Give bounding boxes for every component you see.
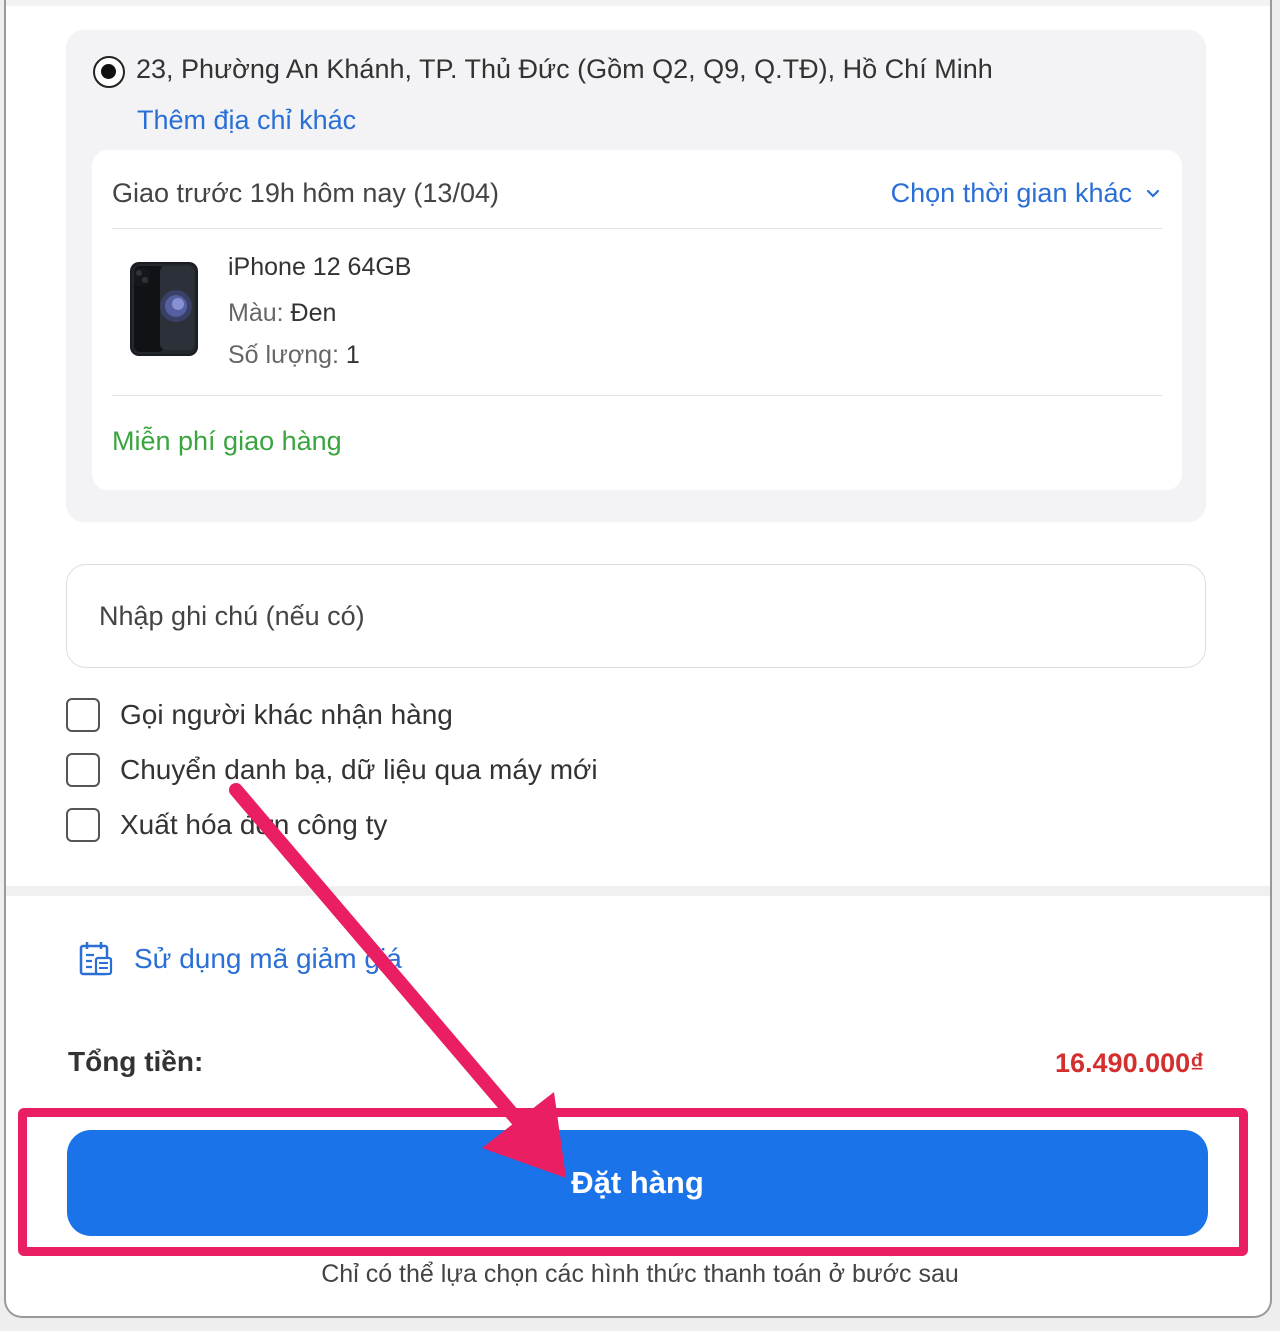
product-color: Màu: Đen [228,299,336,328]
use-coupon-label: Sử dụng mã giảm giá [134,943,402,974]
top-strip [6,0,1270,6]
add-other-address-link[interactable]: Thêm địa chỉ khác [137,105,356,136]
option-company-invoice[interactable]: Xuất hóa đơn công ty [66,808,387,842]
section-separator [6,886,1270,896]
product-quantity-label: Số lượng: [228,341,339,369]
checkbox[interactable] [66,753,100,787]
product-quantity: Số lượng: 1 [228,341,360,370]
place-order-button[interactable]: Đặt hàng [67,1130,1208,1236]
use-coupon-link[interactable]: Sử dụng mã giảm giá [78,940,402,978]
option-label: Gọi người khác nhận hàng [120,699,453,730]
product-quantity-value: 1 [345,341,360,369]
choose-other-time-label: Chọn thời gian khác [890,178,1132,208]
delivery-card: Giao trước 19h hôm nay (13/04) Chọn thời… [92,150,1182,490]
selected-address: 23, Phường An Khánh, TP. Thủ Đức (Gồm Q2… [136,54,993,84]
free-shipping-text: Miễn phí giao hàng [112,426,342,456]
checkbox[interactable] [66,698,100,732]
checkout-panel: 23, Phường An Khánh, TP. Thủ Đức (Gồm Q2… [4,0,1272,1318]
option-call-other-receiver[interactable]: Gọi người khác nhận hàng [66,698,453,732]
address-card: 23, Phường An Khánh, TP. Thủ Đức (Gồm Q2… [66,30,1206,522]
delivery-time-text: Giao trước 19h hôm nay (13/04) [112,178,499,208]
product-color-label: Màu: [228,299,284,327]
checkbox[interactable] [66,808,100,842]
option-label: Chuyển danh bạ, dữ liệu qua máy mới [120,754,598,785]
product-name: iPhone 12 64GB [228,253,412,281]
option-label: Xuất hóa đơn công ty [120,809,388,840]
total-price: 16.490.000₫ [1055,1048,1204,1078]
divider [112,228,1162,229]
choose-other-time-link[interactable]: Chọn thời gian khác [891,178,1160,209]
product-color-value: Đen [290,299,337,327]
option-transfer-contacts[interactable]: Chuyển danh bạ, dữ liệu qua máy mới [66,753,598,787]
note-input[interactable] [66,564,1206,668]
chevron-down-icon [1146,189,1160,198]
payment-note: Chỉ có thể lựa chọn các hình thức thanh … [321,1260,959,1288]
address-radio-button[interactable] [93,56,125,88]
iphone-product-image [130,262,198,356]
coupon-icon [79,942,113,976]
divider [112,395,1162,396]
total-label: Tổng tiền: [68,1046,204,1077]
